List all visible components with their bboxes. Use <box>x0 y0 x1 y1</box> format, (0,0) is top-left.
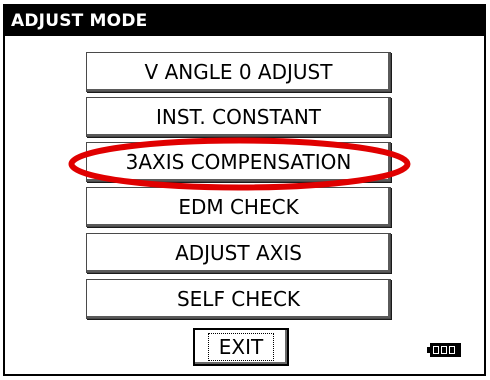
3axis-compensation-button[interactable]: 3AXIS COMPENSATION <box>86 142 391 182</box>
exit-button[interactable]: EXIT <box>193 328 289 366</box>
exit-button-label: EXIT <box>207 333 275 361</box>
self-check-button[interactable]: SELF CHECK <box>86 279 391 319</box>
adjust-axis-button[interactable]: ADJUST AXIS <box>86 233 391 273</box>
battery-full-icon <box>427 343 461 357</box>
v-angle-0-adjust-button[interactable]: V ANGLE 0 ADJUST <box>86 52 391 92</box>
edm-check-button[interactable]: EDM CHECK <box>86 187 391 227</box>
inst-constant-button[interactable]: INST. CONSTANT <box>86 97 391 137</box>
window-title: ADJUST MODE <box>5 6 484 36</box>
